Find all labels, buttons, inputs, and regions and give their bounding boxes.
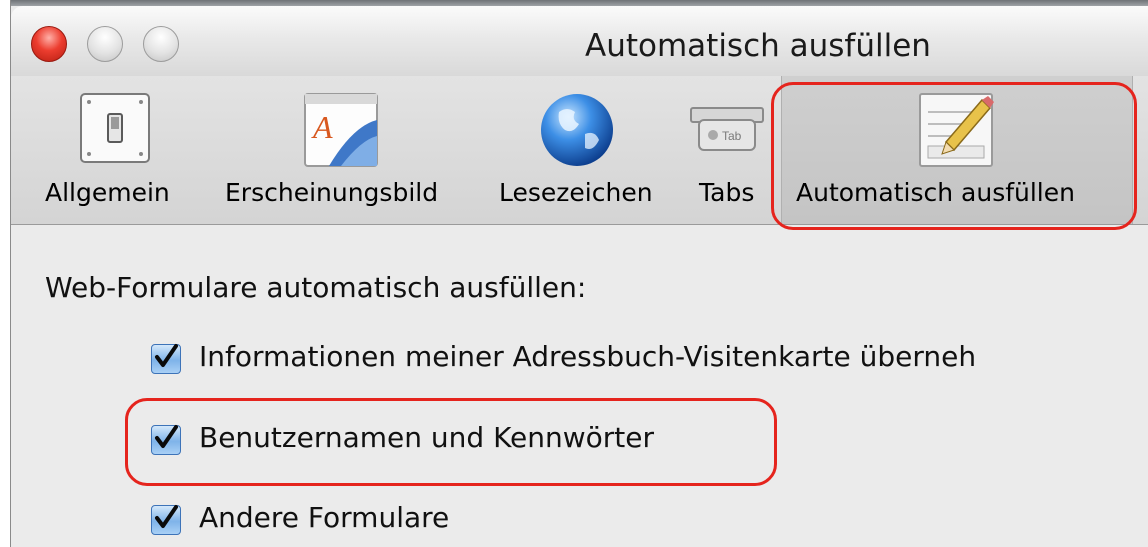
checkbox[interactable] bbox=[151, 505, 181, 535]
svg-text:Tab: Tab bbox=[722, 129, 742, 143]
checkmark-icon bbox=[155, 344, 178, 367]
close-button[interactable] bbox=[31, 26, 67, 62]
tab-label: Erscheinungsbild bbox=[225, 178, 439, 207]
minimize-button[interactable] bbox=[87, 26, 123, 62]
tab-allgemein[interactable]: Allgemein bbox=[35, 76, 185, 224]
option-label: Andere Formulare bbox=[199, 501, 450, 534]
zoom-button[interactable] bbox=[143, 26, 179, 62]
checkmark-icon bbox=[155, 505, 178, 528]
autofill-pane: Web-Formulare automatisch ausfüllen: Inf… bbox=[11, 225, 1148, 547]
highlight-toolbar-tab bbox=[771, 82, 1137, 230]
tab-label: Tabs bbox=[699, 178, 755, 207]
window-title: Automatisch ausfüllen bbox=[585, 28, 931, 64]
globe-icon bbox=[541, 94, 613, 166]
svg-text:A: A bbox=[311, 109, 333, 145]
switch-icon bbox=[80, 93, 150, 163]
tab-label: Lesezeichen bbox=[499, 178, 653, 207]
tab-label: Allgemein bbox=[45, 178, 170, 207]
section-label: Web-Formulare automatisch ausfüllen: bbox=[45, 271, 587, 304]
title-bar[interactable]: Automatisch ausfüllen bbox=[11, 6, 1148, 76]
tab-icon: Tab bbox=[690, 107, 764, 151]
highlight-usernames-option bbox=[125, 398, 777, 486]
font-icon: A bbox=[304, 93, 378, 167]
tab-tabs[interactable]: Tab Tabs bbox=[687, 76, 767, 224]
tab-lesezeichen[interactable]: Lesezeichen bbox=[489, 76, 669, 224]
checkbox[interactable] bbox=[151, 344, 181, 374]
tab-erscheinungsbild[interactable]: A Erscheinungsbild bbox=[215, 76, 471, 224]
option-label: Informationen meiner Adressbuch-Visitenk… bbox=[199, 340, 977, 373]
preferences-window: Automatisch ausfüllen Allgemein A Ersche… bbox=[10, 0, 1148, 547]
